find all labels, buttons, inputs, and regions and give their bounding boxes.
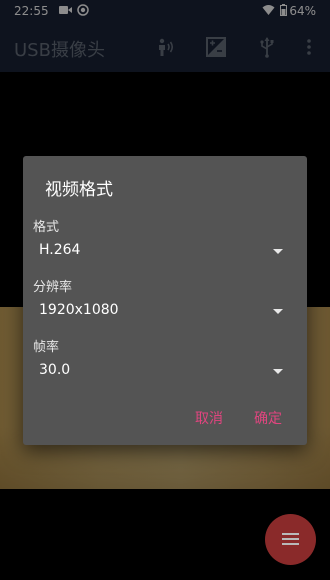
dropdown-arrow-icon — [273, 309, 283, 314]
confirm-button[interactable]: 确定 — [254, 408, 282, 428]
resolution-value: 1920x1080 — [39, 302, 119, 318]
format-value: H.264 — [39, 242, 81, 258]
format-spinner[interactable]: H.264 — [33, 236, 297, 268]
dropdown-arrow-icon — [273, 369, 283, 374]
resolution-label: 分辨率 — [33, 280, 73, 295]
resolution-spinner[interactable]: 1920x1080 — [33, 296, 297, 328]
video-format-dialog: 视频格式 格式 H.264 分辨率 1920x1080 帧率 30.0 取消 确… — [23, 156, 307, 445]
dialog-title: 视频格式 — [45, 180, 113, 200]
frame-rate-label: 帧率 — [33, 340, 60, 355]
format-label: 格式 — [33, 220, 60, 235]
frame-rate-value: 30.0 — [39, 362, 71, 378]
menu-lines-icon — [282, 533, 299, 548]
fab-menu-button[interactable] — [265, 514, 316, 565]
dropdown-arrow-icon — [273, 249, 283, 254]
cancel-button[interactable]: 取消 — [195, 408, 223, 428]
frame-rate-spinner[interactable]: 30.0 — [33, 356, 297, 388]
